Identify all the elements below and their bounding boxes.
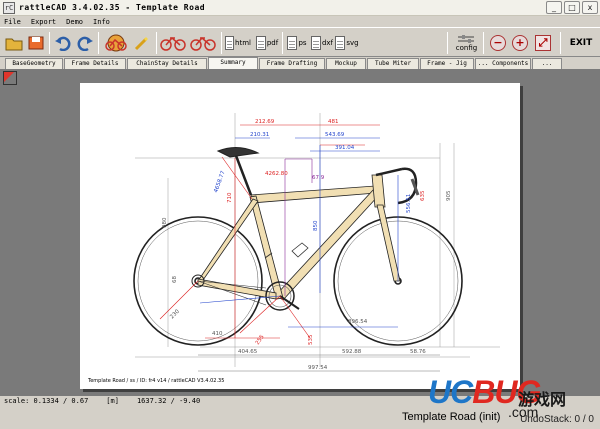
tab-basegeometry[interactable]: BaseGeometry [5, 58, 63, 69]
dim-label: 850 [313, 220, 319, 231]
dxf-file-icon [310, 36, 321, 50]
fit-view-icon: ⤢ [535, 35, 551, 51]
dim-label: 896.54 [348, 319, 368, 325]
save-icon [28, 36, 44, 50]
bike-gear-icon [105, 34, 127, 52]
drawing-sheet[interactable]: 212.69 481 210.31 543.69 391.04 4262.80 … [80, 83, 520, 389]
title-bar: rC rattleCAD 3.4.02.35 - Template Road _… [0, 0, 600, 16]
dim-label: 543.69 [325, 132, 345, 138]
dim-label: 58.76 [410, 349, 426, 355]
dim-label: 391.04 [335, 145, 355, 151]
close-button[interactable]: x [582, 1, 598, 14]
scale-readout: scale: 0.1334 / 0.67 [4, 397, 89, 405]
tab-tube-miter[interactable]: Tube Miter [367, 58, 419, 69]
open-file-button[interactable] [3, 31, 25, 55]
tab-frame-jig[interactable]: Frame - Jig [420, 58, 474, 69]
menu-file[interactable]: File [4, 18, 21, 26]
dim-label: 710 [227, 192, 233, 203]
tab-mockup[interactable]: Mockup [326, 58, 366, 69]
config-button[interactable]: config [452, 31, 480, 55]
dim-label: 481 [328, 119, 339, 125]
app-icon: rC [3, 1, 15, 14]
units-readout: [m] [106, 397, 119, 405]
dim-label: 404.65 [238, 349, 258, 355]
dim-label: 255 [255, 334, 266, 346]
dim-label: 635 [420, 190, 426, 201]
fit-view-button[interactable]: ⤢ [532, 31, 554, 55]
tab-summary[interactable]: Summary [208, 57, 258, 69]
undo-arrow-icon [55, 36, 71, 51]
coords-readout: 1637.32 / -9.40 [136, 397, 201, 405]
menu-demo[interactable]: Demo [66, 18, 83, 26]
dim-label: 212.69 [255, 119, 275, 125]
watermark-domain: .com [508, 404, 539, 420]
maximize-button[interactable]: □ [564, 1, 580, 14]
bike-view-button-2[interactable] [189, 31, 217, 55]
export-pdf-button[interactable]: pdf [255, 31, 279, 55]
drawing-canvas[interactable]: 212.69 481 210.31 543.69 391.04 4262.80 … [0, 69, 600, 396]
bicycle-icon [190, 36, 216, 51]
html-file-icon [225, 36, 235, 50]
dim-label: 4658.77 [213, 170, 227, 194]
tab-strip: BaseGeometry Frame Details ChainStay Det… [0, 57, 600, 77]
magic-wand-icon [134, 37, 148, 51]
zoom-out-icon: − [490, 35, 506, 51]
bicycle-icon [160, 36, 186, 51]
dim-label: 592.88 [342, 349, 362, 355]
toolbar: html pdf ps dxf svg config − + ⤢ EXIT [0, 27, 600, 57]
redo-button[interactable] [74, 31, 96, 55]
window-title: rattleCAD 3.4.02.35 - Template Road [19, 3, 206, 12]
pdf-file-icon [255, 36, 266, 50]
tab-chainstay-details[interactable]: ChainStay Details [127, 58, 207, 69]
dim-label: 980 [162, 217, 168, 228]
zoom-out-button[interactable]: − [487, 31, 509, 55]
dim-label: 997.54 [308, 365, 328, 371]
svg-file-icon [335, 36, 346, 50]
bike-settings-button[interactable] [103, 31, 129, 55]
export-dxf-button[interactable]: dxf [310, 31, 334, 55]
document-title: Template Road (init) [402, 411, 501, 423]
minimize-button[interactable]: _ [546, 1, 562, 14]
dim-label: 230 [169, 308, 181, 320]
menu-info[interactable]: Info [93, 18, 110, 26]
dim-label: 4262.80 [265, 171, 288, 177]
ps-file-icon [287, 36, 298, 50]
exit-button[interactable]: EXIT [566, 31, 596, 55]
dim-label: 410 [212, 331, 223, 337]
folder-open-icon [5, 38, 23, 51]
redo-arrow-icon [77, 36, 93, 51]
dim-label: 556.51 [406, 194, 412, 213]
config-sliders-icon [458, 35, 474, 43]
tab-components[interactable]: ... Components [475, 58, 531, 69]
dim-label: 210.31 [250, 132, 269, 138]
export-svg-button[interactable]: svg [335, 31, 359, 55]
dim-label: 68 [172, 276, 178, 283]
export-ps-button[interactable]: ps [286, 31, 308, 55]
undo-button[interactable] [52, 31, 74, 55]
dim-label: 535 [308, 334, 314, 345]
bike-drawing: 212.69 481 210.31 543.69 391.04 4262.80 … [133, 113, 500, 372]
zoom-in-icon: + [512, 35, 528, 51]
zoom-in-button[interactable]: + [509, 31, 531, 55]
menu-bar: File Export Demo Info [0, 16, 600, 27]
tab-info[interactable]: ... info [532, 58, 562, 77]
dim-label: 905 [446, 190, 452, 201]
dim-label: 67.9 [312, 175, 325, 181]
export-html-button[interactable]: html [225, 31, 251, 55]
tab-frame-drafting[interactable]: Frame Drafting [259, 58, 325, 69]
sheet-footer: Template Road / ss / ID: fr4 v14 / rattl… [88, 378, 225, 384]
save-file-button[interactable] [25, 31, 47, 55]
wand-button[interactable] [131, 31, 153, 55]
bike-view-button-1[interactable] [159, 31, 187, 55]
tab-frame-details[interactable]: Frame Details [64, 58, 126, 69]
menu-export[interactable]: Export [31, 18, 56, 26]
